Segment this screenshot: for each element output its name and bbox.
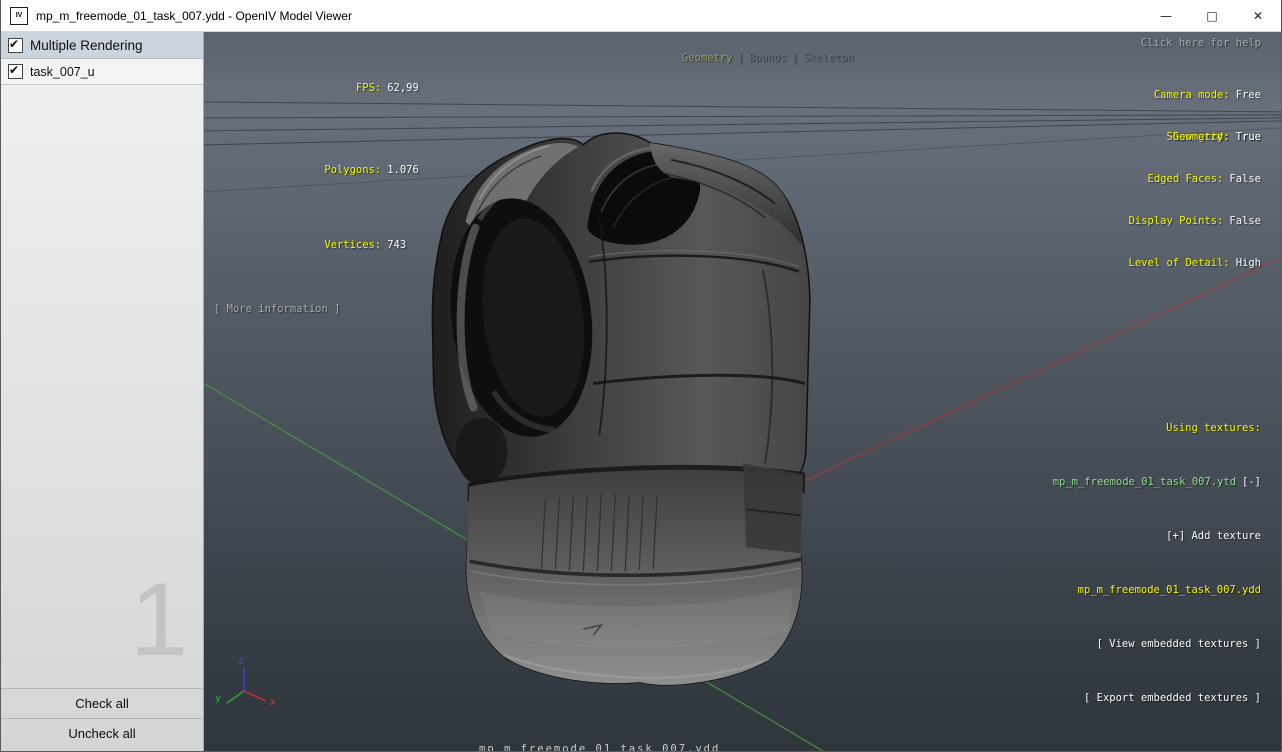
render-mode-tabs: Geometry | Bounds | Skeleton	[631, 36, 853, 81]
stats-panel: FPS: 62,99 Polygons: 1.076 Vertices: 743 [ …	[214, 36, 419, 347]
display-points-row: Display Points: False	[1129, 214, 1261, 228]
bottom-clipped-text: mp_m_freemode_01_task_007.ydd	[479, 742, 720, 751]
model-list-item[interactable]: task_007_u	[1, 59, 203, 85]
app-window: IV mp_m_freemode_01_task_007.ydd - OpenI…	[0, 0, 1282, 752]
camera-mode-value: Free	[1236, 89, 1261, 101]
model-count-watermark: 1	[130, 574, 188, 668]
camera-mode-row: Camera mode: Free	[1154, 88, 1261, 102]
fps-row: FPS: 62,99	[214, 66, 419, 111]
axis-y-label: y	[215, 693, 221, 704]
main-content: Multiple Rendering task_007_u 1 Check al…	[1, 32, 1281, 751]
maximize-button[interactable]: □	[1189, 0, 1235, 31]
fps-value: 62,99	[387, 82, 419, 94]
tab-separator: |	[792, 52, 798, 64]
render-settings: Geometry: True Edged Faces: False Display …	[1129, 102, 1261, 298]
tab-skeleton[interactable]: Skeleton	[803, 52, 854, 64]
ytd-texture-row: mp_m_freemode_01_task_007.ytd [-]	[1053, 473, 1261, 491]
geometry-row: Geometry: True	[1129, 130, 1261, 144]
close-button[interactable]: ✕	[1235, 0, 1281, 31]
polygons-value: 1.076	[387, 164, 419, 176]
window-controls: — □ ✕	[1143, 0, 1281, 31]
model-label: task_007_u	[30, 65, 95, 79]
axis-z-label: z	[238, 656, 244, 667]
tab-separator: |	[737, 52, 743, 64]
fps-label: FPS:	[277, 81, 381, 96]
using-textures-label: Using textures:	[1053, 419, 1261, 437]
ydd-file-name: mp_m_freemode_01_task_007.ydd	[1053, 581, 1261, 599]
level-of-detail-row: Level of Detail: High	[1129, 256, 1261, 270]
minimize-button[interactable]: —	[1143, 0, 1189, 31]
axis-x-line	[244, 691, 266, 701]
polygons-label: Polygons:	[277, 163, 381, 178]
view-embedded-textures-button[interactable]: [ View embedded textures ]	[1053, 635, 1261, 653]
tab-geometry[interactable]: Geometry	[682, 52, 733, 64]
multiple-rendering-label: Multiple Rendering	[30, 38, 143, 53]
sidebar-buttons: Check all Uncheck all	[1, 688, 203, 748]
level-of-detail-label: Level of Detail:	[1129, 257, 1230, 269]
axis-x-label: x	[270, 697, 276, 708]
multiple-rendering-checkbox[interactable]	[8, 38, 23, 53]
display-points-value: False	[1229, 215, 1261, 227]
uncheck-all-button[interactable]: Uncheck all	[1, 718, 203, 748]
app-icon: IV	[10, 7, 28, 25]
axis-y-line	[227, 691, 244, 703]
edged-faces-label: Edged Faces:	[1148, 173, 1224, 185]
level-of-detail-value: High	[1236, 257, 1261, 269]
help-link[interactable]: Click here for help	[1141, 36, 1261, 51]
check-all-button[interactable]: Check all	[1, 688, 203, 718]
vertices-value: 743	[387, 239, 406, 251]
geometry-label: Geometry:	[1173, 131, 1230, 143]
ytd-texture-name[interactable]: mp_m_freemode_01_task_007.ytd	[1053, 476, 1236, 488]
axis-gizmo: z y x	[215, 656, 276, 708]
geometry-value: True	[1236, 131, 1261, 143]
window-title: mp_m_freemode_01_task_007.ydd - OpenIV M…	[36, 9, 352, 23]
display-points-label: Display Points:	[1129, 215, 1224, 227]
vertices-row: Vertices: 743	[214, 223, 419, 268]
edged-faces-value: False	[1229, 173, 1261, 185]
textures-panel: Using textures: mp_m_freemode_01_task_00…	[1053, 383, 1261, 743]
tab-bounds[interactable]: Bounds	[749, 52, 787, 64]
vertices-label: Vertices:	[277, 238, 381, 253]
edged-faces-row: Edged Faces: False	[1129, 172, 1261, 186]
app-icon-text: IV	[16, 12, 23, 19]
polygons-row: Polygons: 1.076	[214, 148, 419, 193]
add-texture-button[interactable]: [+] Add texture	[1053, 527, 1261, 545]
export-embedded-textures-button[interactable]: [ Export embedded textures ]	[1053, 689, 1261, 707]
multiple-rendering-row[interactable]: Multiple Rendering	[1, 32, 203, 59]
model-checkbox[interactable]	[8, 64, 23, 79]
vest-model	[432, 133, 809, 685]
more-information-link[interactable]: [ More information ]	[214, 302, 419, 317]
titlebar: IV mp_m_freemode_01_task_007.ydd - OpenI…	[1, 0, 1281, 32]
sidebar: Multiple Rendering task_007_u 1 Check al…	[1, 32, 204, 751]
camera-mode-label: Camera mode:	[1154, 89, 1230, 101]
remove-texture-button[interactable]: [-]	[1242, 476, 1261, 488]
viewport-3d[interactable]: z y x FPS: 62,99 Polygons: 1.076 Vertices:…	[204, 32, 1281, 751]
